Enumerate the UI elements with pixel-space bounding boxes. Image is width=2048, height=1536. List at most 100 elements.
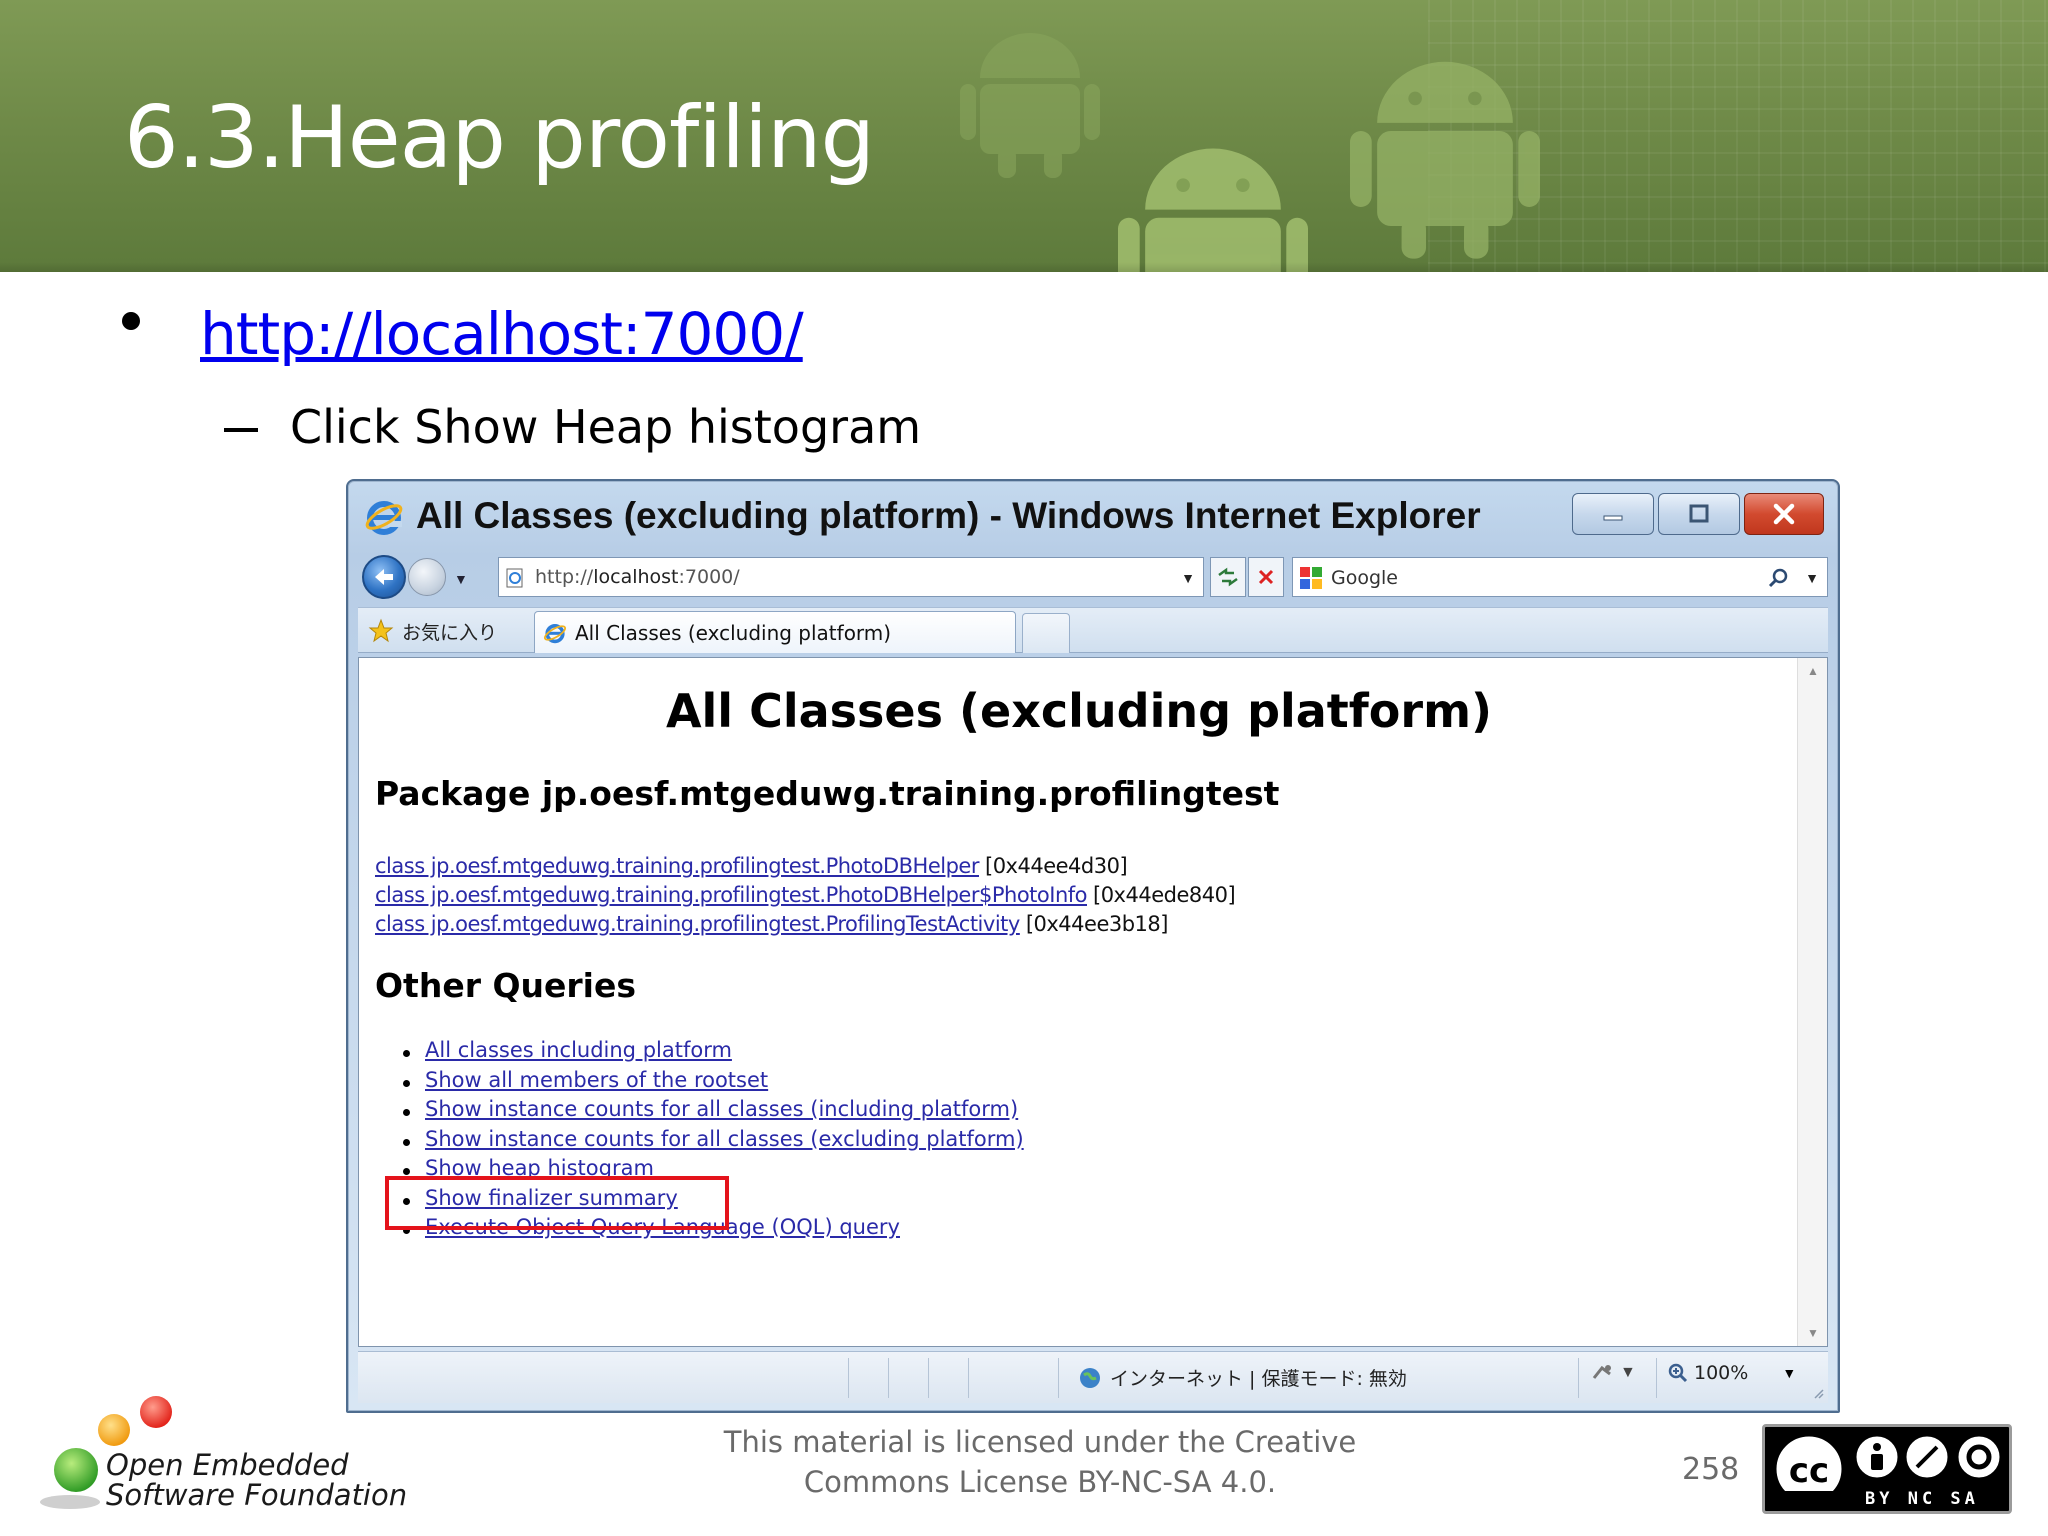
arrow-left-icon [375, 569, 393, 585]
list-item: class jp.oesf.mtgeduwg.training.profilin… [375, 883, 1236, 912]
org-name-line: Open Embedded [106, 1448, 349, 1482]
android-robot-icon [1118, 148, 1308, 272]
package-heading: Package jp.oesf.mtgeduwg.training.profil… [375, 774, 1280, 813]
localhost-link[interactable]: http://localhost:7000/ [200, 300, 804, 368]
globe-icon [1080, 1367, 1100, 1388]
status-divider [888, 1358, 889, 1398]
new-tab-button[interactable] [1022, 613, 1070, 653]
history-dropdown-icon[interactable]: ▼ [454, 571, 468, 587]
license-line: Commons License BY-NC-SA 4.0. [803, 1465, 1277, 1499]
class-address: [0x44ee3b18] [1025, 912, 1169, 936]
class-link[interactable]: class jp.oesf.mtgeduwg.training.profilin… [375, 912, 1020, 936]
license-notice: This material is licensed under the Crea… [680, 1422, 1400, 1502]
query-link-rootset[interactable]: Show all members of the rootset [425, 1068, 768, 1092]
favorites-label: お気に入り [402, 621, 498, 644]
minimize-icon [1603, 515, 1623, 521]
class-link[interactable]: class jp.oesf.mtgeduwg.training.profilin… [375, 854, 980, 878]
page-content: All Classes (excluding platform) Package… [358, 657, 1828, 1347]
page-number: 258 [1682, 1452, 1740, 1487]
security-zone[interactable]: インターネット | 保護モード: 無効 [1078, 1364, 1407, 1391]
cc-license-badge: cc BY NC SA [1762, 1424, 2012, 1514]
star-icon [368, 618, 394, 643]
license-line: This material is licensed under the Crea… [723, 1425, 1357, 1459]
address-url: http://localhost:7000/ [535, 566, 740, 588]
query-link-all-classes[interactable]: All classes including platform [425, 1038, 732, 1062]
resize-grip-icon[interactable] [1812, 1387, 1824, 1399]
internet-explorer-icon [544, 623, 566, 643]
security-zone-text: インターネット | 保護モード: 無効 [1110, 1368, 1407, 1390]
address-dropdown-icon[interactable]: ▼ [1181, 570, 1195, 586]
org-name: Open Embedded Software Foundation [106, 1450, 407, 1510]
navigation-bar: ▼ http://localhost:7000/ ▼ Google ▼ [358, 553, 1828, 603]
forward-button[interactable] [408, 558, 446, 596]
search-icon[interactable] [1767, 566, 1791, 590]
google-icon [1300, 567, 1322, 589]
window-title: All Classes (excluding platform) - Windo… [416, 495, 1481, 536]
status-divider [968, 1358, 969, 1398]
stop-icon [1258, 569, 1274, 585]
list-item: class jp.oesf.mtgeduwg.training.profilin… [375, 854, 1235, 883]
tools-icon [1592, 1365, 1611, 1379]
query-link-instance-counts-including[interactable]: Show instance counts for all classes (in… [425, 1097, 1018, 1121]
class-address: [0x44ede840] [1093, 883, 1236, 907]
search-dropdown-icon[interactable]: ▼ [1805, 570, 1819, 586]
favorites-button[interactable]: お気に入り [368, 616, 497, 646]
creative-commons-icon: cc [1773, 1433, 2003, 1491]
address-bar[interactable]: http://localhost:7000/ ▼ [498, 557, 1204, 597]
status-divider [1656, 1358, 1657, 1398]
status-divider [1058, 1358, 1059, 1398]
zoom-control[interactable]: 100% ▼ [1668, 1362, 1796, 1384]
class-link[interactable]: class jp.oesf.mtgeduwg.training.profilin… [375, 883, 1088, 907]
cc-badge-terms: BY NC SA [1865, 1489, 1979, 1509]
zoom-level: 100% [1694, 1362, 1749, 1384]
status-bar: インターネット | 保護モード: 無効 ▼ 100% ▼ [358, 1351, 1828, 1403]
internet-explorer-icon [365, 501, 403, 535]
list-item: Show all members of the rootset [399, 1068, 1024, 1098]
tab-all-classes[interactable]: All Classes (excluding platform) [534, 611, 1016, 653]
stop-button[interactable] [1248, 557, 1284, 597]
slide-header-banner: 6.3.Heap profiling [0, 0, 2048, 272]
list-item: class jp.oesf.mtgeduwg.training.profilin… [375, 912, 1235, 941]
android-robot-icon [1350, 61, 1540, 259]
page-icon [506, 568, 523, 588]
status-divider [1578, 1358, 1579, 1398]
vertical-scrollbar[interactable]: ▲ ▼ [1797, 658, 1827, 1346]
android-robot-icon [960, 33, 1100, 178]
status-tools-button[interactable]: ▼ [1590, 1362, 1636, 1384]
search-placeholder: Google [1331, 567, 1399, 589]
chevron-down-icon: ▼ [1782, 1365, 1797, 1381]
class-list: class jp.oesf.mtgeduwg.training.profilin… [375, 854, 1236, 941]
window-controls [1572, 493, 1824, 535]
window-titlebar[interactable]: All Classes (excluding platform) - Windo… [348, 481, 1838, 553]
minimize-button[interactable] [1572, 493, 1654, 535]
scroll-down-icon[interactable]: ▼ [1807, 1326, 1819, 1340]
scroll-up-icon[interactable]: ▲ [1807, 664, 1819, 678]
close-icon [1773, 503, 1795, 525]
zoom-icon [1668, 1363, 1688, 1383]
cc-symbol-text: cc [1789, 1451, 1829, 1491]
ie-browser-window: All Classes (excluding platform) - Windo… [346, 479, 1840, 1413]
list-item: All classes including platform [399, 1038, 1024, 1068]
org-name-line: Software Foundation [106, 1478, 408, 1512]
maximize-icon [1689, 504, 1709, 523]
sub-bullet-text: Click Show Heap histogram [290, 400, 922, 454]
bullet-marker [122, 312, 140, 330]
maximize-button[interactable] [1658, 493, 1740, 535]
tab-label: All Classes (excluding platform) [575, 620, 892, 645]
refresh-button[interactable] [1210, 557, 1246, 597]
class-address: [0x44ee4d30] [985, 854, 1128, 878]
search-box[interactable]: Google ▼ [1292, 557, 1828, 597]
chevron-down-icon: ▼ [1620, 1364, 1636, 1381]
list-item: Show instance counts for all classes (in… [399, 1097, 1024, 1127]
list-item: Show instance counts for all classes (ex… [399, 1127, 1024, 1157]
back-button[interactable] [362, 555, 406, 599]
sub-bullet-dash [224, 428, 258, 432]
tab-bar: お気に入り All Classes (excluding platform) [358, 607, 1828, 653]
refresh-icon [1218, 567, 1238, 587]
status-divider [848, 1358, 849, 1398]
page-heading: All Classes (excluding platform) [665, 684, 1493, 738]
query-link-instance-counts-excluding[interactable]: Show instance counts for all classes (ex… [425, 1127, 1024, 1151]
slide-title: 6.3.Heap profiling [124, 88, 875, 188]
status-divider [928, 1358, 929, 1398]
close-button[interactable] [1744, 493, 1824, 535]
